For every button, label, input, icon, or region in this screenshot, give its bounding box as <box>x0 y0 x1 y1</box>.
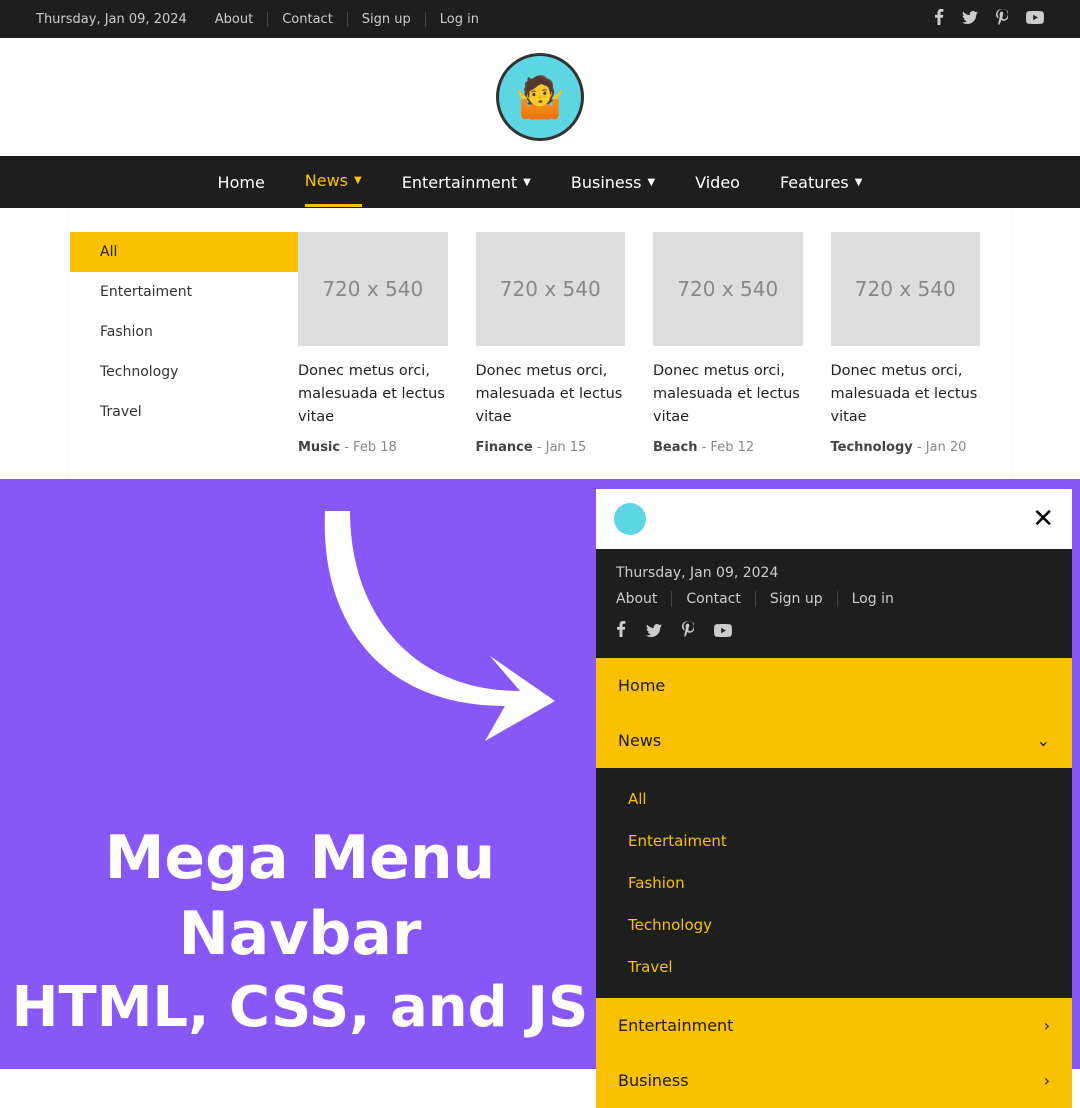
chevron-right-icon: › <box>1044 1016 1050 1035</box>
arrow-icon <box>290 491 570 751</box>
mobile-nav-business[interactable]: Business› <box>596 1053 1072 1108</box>
thumbnail: 720 x 540 <box>831 232 981 346</box>
nav-features[interactable]: Features▼ <box>780 159 863 206</box>
facebook-icon[interactable] <box>616 621 626 642</box>
nav-home[interactable]: Home <box>218 159 265 206</box>
mobile-login-link[interactable]: Log in <box>852 591 908 607</box>
twitter-icon[interactable] <box>962 11 978 28</box>
mobile-sub-item[interactable]: Travel <box>596 946 1072 988</box>
close-icon[interactable]: ✕ <box>1032 504 1054 534</box>
sidebar-item-all[interactable]: All <box>70 232 298 272</box>
chevron-down-icon: ▼ <box>523 177 531 188</box>
sidebar-item-travel[interactable]: Travel <box>70 392 298 432</box>
sidebar-item-technology[interactable]: Technology <box>70 352 298 392</box>
mobile-logo[interactable] <box>614 503 646 535</box>
mobile-sub-item[interactable]: Technology <box>596 904 1072 946</box>
article-title: Donec metus orci, malesuada et lectus vi… <box>476 360 626 430</box>
pinterest-icon[interactable] <box>682 621 694 642</box>
top-bar: Thursday, Jan 09, 2024 About Contact Sig… <box>0 0 1080 38</box>
mobile-sub-item[interactable]: Fashion <box>596 862 1072 904</box>
chevron-down-icon: ▼ <box>354 175 362 186</box>
date-text: Thursday, Jan 09, 2024 <box>36 12 201 27</box>
mobile-contact-link[interactable]: Contact <box>686 591 755 607</box>
mega-sidebar: All Entertaiment Fashion Technology Trav… <box>70 232 298 455</box>
nav-business[interactable]: Business▼ <box>571 159 655 206</box>
nav-news[interactable]: News▼ <box>305 157 362 207</box>
pinterest-icon[interactable] <box>996 9 1008 29</box>
about-link[interactable]: About <box>215 12 253 27</box>
logo-area: 🤷 <box>0 38 1080 156</box>
article-title: Donec metus orci, malesuada et lectus vi… <box>831 360 981 430</box>
article-card[interactable]: 720 x 540 Donec metus orci, malesuada et… <box>653 232 803 455</box>
twitter-icon[interactable] <box>646 621 662 642</box>
site-logo[interactable]: 🤷 <box>496 53 584 141</box>
article-meta: Music - Feb 18 <box>298 440 448 455</box>
mobile-about-link[interactable]: About <box>616 591 672 607</box>
mega-menu: All Entertaiment Fashion Technology Trav… <box>70 208 1010 479</box>
sidebar-item-fashion[interactable]: Fashion <box>70 312 298 352</box>
hero-section: Mega Menu Navbar HTML, CSS, and JS ✕ Thu… <box>0 479 1080 1069</box>
article-meta: Finance - Jan 15 <box>476 440 626 455</box>
thumbnail: 720 x 540 <box>476 232 626 346</box>
main-nav: Home News▼ Entertainment▼ Business▼ Vide… <box>0 156 1080 208</box>
mobile-nav-home[interactable]: Home <box>596 658 1072 713</box>
nav-video[interactable]: Video <box>695 159 740 206</box>
article-title: Donec metus orci, malesuada et lectus vi… <box>653 360 803 430</box>
article-meta: Technology - Jan 20 <box>831 440 981 455</box>
signup-link[interactable]: Sign up <box>362 12 411 27</box>
article-title: Donec metus orci, malesuada et lectus vi… <box>298 360 448 430</box>
youtube-icon[interactable] <box>714 621 732 642</box>
article-card[interactable]: 720 x 540 Donec metus orci, malesuada et… <box>831 232 981 455</box>
mobile-date: Thursday, Jan 09, 2024 <box>616 565 1052 581</box>
sidebar-item-entertainment[interactable]: Entertaiment <box>70 272 298 312</box>
facebook-icon[interactable] <box>934 9 944 29</box>
article-card[interactable]: 720 x 540 Donec metus orci, malesuada et… <box>298 232 448 455</box>
thumbnail: 720 x 540 <box>298 232 448 346</box>
mobile-signup-link[interactable]: Sign up <box>770 591 838 607</box>
youtube-icon[interactable] <box>1026 11 1044 28</box>
mobile-sub-item[interactable]: All <box>596 778 1072 820</box>
contact-link[interactable]: Contact <box>282 12 333 27</box>
chevron-down-icon: ▼ <box>647 177 655 188</box>
hero-text: Mega Menu Navbar HTML, CSS, and JS <box>0 825 600 1039</box>
nav-entertainment[interactable]: Entertainment▼ <box>402 159 531 206</box>
mobile-sub-item[interactable]: Entertaiment <box>596 820 1072 862</box>
article-meta: Beach - Feb 12 <box>653 440 803 455</box>
chevron-down-icon: ▼ <box>855 177 863 188</box>
mobile-menu: ✕ Thursday, Jan 09, 2024 About Contact S… <box>596 489 1072 1108</box>
thumbnail: 720 x 540 <box>653 232 803 346</box>
mobile-nav-news[interactable]: News⌄ <box>596 713 1072 768</box>
article-card[interactable]: 720 x 540 Donec metus orci, malesuada et… <box>476 232 626 455</box>
chevron-right-icon: › <box>1044 1071 1050 1090</box>
login-link[interactable]: Log in <box>440 12 479 27</box>
mobile-nav-entertainment[interactable]: Entertainment› <box>596 998 1072 1053</box>
chevron-down-icon: ⌄ <box>1037 731 1050 750</box>
